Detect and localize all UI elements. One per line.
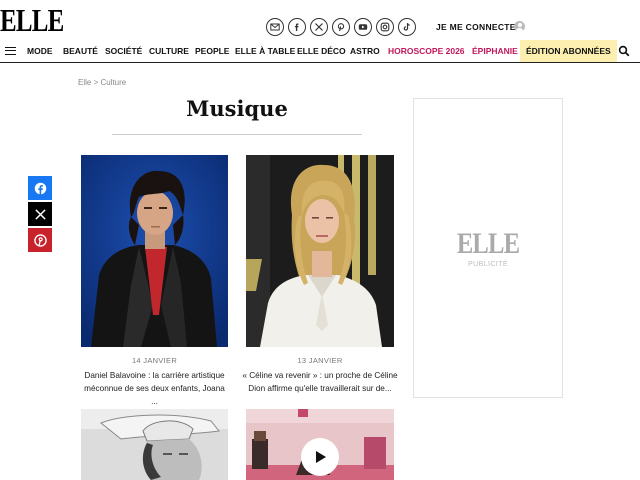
article-date: 13 JANVIER	[297, 356, 343, 365]
x-icon[interactable]	[310, 18, 328, 36]
elle-logo[interactable]: ELLE	[0, 4, 64, 36]
user-icon[interactable]	[514, 21, 525, 32]
facebook-icon	[34, 182, 46, 195]
nav-item-people[interactable]: PEOPLE	[195, 40, 229, 62]
article-title-line: Dion affirme qu'elle travaillerait sur d…	[248, 384, 392, 393]
article-title[interactable]: « Céline va revenir » : un proche de Cél…	[240, 369, 400, 395]
nav-item-epiphanie[interactable]: ÉPIPHANIE	[472, 40, 518, 62]
title-divider	[112, 134, 362, 135]
ad-label: PUBLICITÉ	[468, 261, 508, 268]
article-title[interactable]: Daniel Balavoine : la carrière artistiqu…	[81, 369, 228, 408]
nav-item-horoscope[interactable]: HOROSCOPE 2026	[388, 40, 465, 62]
instagram-icon[interactable]	[376, 18, 394, 36]
share-pinterest-button[interactable]	[28, 228, 52, 252]
article-image-4-video[interactable]	[246, 409, 394, 480]
social-links	[266, 18, 416, 36]
article-image-celine-dion[interactable]	[246, 155, 394, 347]
pinterest-icon[interactable]	[332, 18, 350, 36]
mail-icon[interactable]	[266, 18, 284, 36]
nav-item-societe[interactable]: SOCIÉTÉ	[105, 40, 142, 62]
share-x-button[interactable]	[28, 202, 52, 226]
search-icon[interactable]	[618, 45, 630, 57]
play-icon	[316, 451, 326, 463]
share-facebook-button[interactable]	[28, 176, 52, 200]
nav-item-mode[interactable]: MODE	[27, 40, 53, 62]
article-image-3[interactable]	[81, 409, 228, 480]
article-title-line: Daniel Balavoine : la carrière artistiqu…	[84, 371, 225, 380]
nav-item-beaute[interactable]: BEAUTÉ	[63, 40, 98, 62]
nav-item-culture[interactable]: CULTURE	[149, 40, 189, 62]
nav-item-astro[interactable]: ASTRO	[350, 40, 380, 62]
x-icon	[34, 208, 46, 220]
facebook-icon[interactable]	[288, 18, 306, 36]
tiktok-icon[interactable]	[398, 18, 416, 36]
login-link[interactable]: JE ME CONNECTE	[436, 22, 516, 32]
article-image-balavoine[interactable]	[81, 155, 228, 347]
article-title-line: méconnue de ses deux enfants, Joana ...	[84, 384, 225, 406]
menu-icon[interactable]	[5, 47, 16, 55]
article-date: 14 JANVIER	[131, 356, 178, 365]
ad-logo: ELLE	[456, 227, 520, 260]
nav-item-elle-deco[interactable]: ELLE DÉCO	[297, 40, 346, 62]
advertisement[interactable]: ELLE PUBLICITÉ	[413, 98, 563, 398]
page-title: Musique	[186, 96, 288, 121]
article-title-line: « Céline va revenir » : un proche de Cél…	[242, 371, 398, 380]
site-header: ELLE JE ME CONNECTE	[0, 0, 640, 40]
pinterest-icon	[33, 233, 47, 247]
main-nav: MODE BEAUTÉ SOCIÉTÉ CULTURE PEOPLE ELLE …	[0, 40, 640, 63]
nav-item-elle-a-table[interactable]: ELLE À TABLE	[235, 40, 295, 62]
youtube-icon[interactable]	[354, 18, 372, 36]
breadcrumb[interactable]: Elle > Culture	[78, 78, 126, 87]
play-button[interactable]	[301, 438, 339, 476]
nav-item-edition-abonnees[interactable]: ÉDITION ABONNÉES	[520, 40, 617, 62]
